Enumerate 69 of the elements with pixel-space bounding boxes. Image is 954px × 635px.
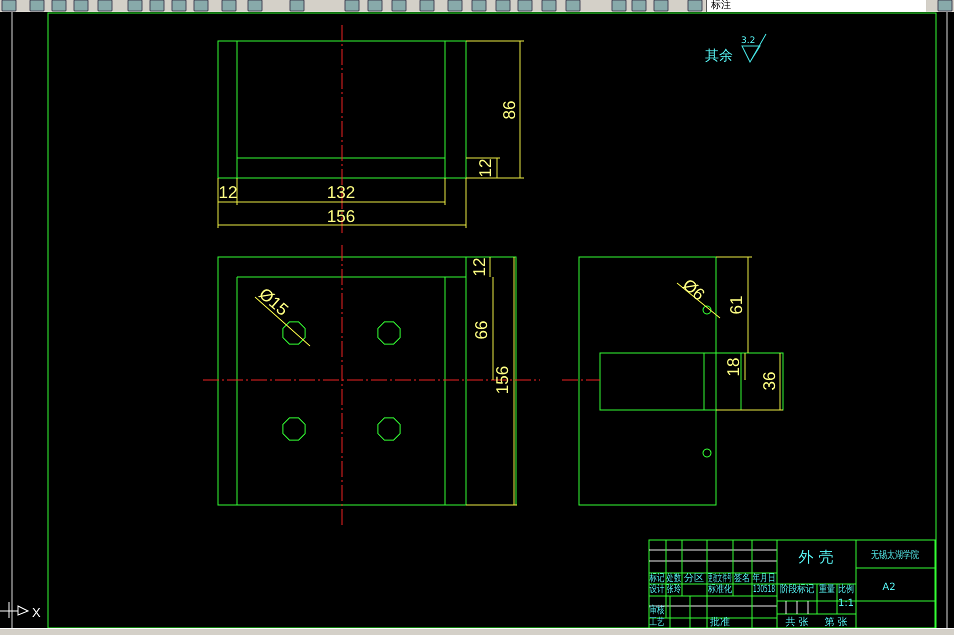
toolbar-icon[interactable] [938, 0, 952, 12]
title-block-label: 处数 [666, 572, 682, 584]
dimension-text: 36 [760, 372, 779, 390]
title-block-label: 张玲 [666, 584, 682, 596]
dimension-text: 66 [472, 320, 491, 340]
dimension-text: 12 [470, 258, 489, 276]
dimension-text: 18 [724, 358, 743, 376]
hole-circle [702, 306, 712, 314]
toolbar-icon[interactable] [496, 0, 510, 12]
dimension-text: 61 [727, 296, 746, 314]
toolbar-icon[interactable] [518, 0, 532, 12]
toolbar-icon[interactable] [420, 0, 434, 12]
dimension-text: 12 [476, 158, 495, 178]
dimension-text: 156 [493, 366, 512, 394]
toolbar-icon[interactable] [688, 0, 702, 12]
toolbar-icon[interactable] [542, 0, 556, 12]
title-block-label: 标记 [649, 573, 665, 584]
dimension-text: 156 [326, 207, 356, 226]
axis-label: X [32, 605, 41, 620]
title-block-label: 工艺 [649, 617, 665, 628]
school-name: 无锡太湖学院 [871, 550, 919, 562]
title-block-label: 重量 [819, 584, 835, 596]
title-block-label: 分区 [684, 573, 704, 584]
toolbar-icon[interactable] [368, 0, 382, 12]
toolbar-icon[interactable] [248, 0, 262, 12]
dimension-text: 12 [218, 183, 238, 202]
toolbar-icon[interactable] [612, 0, 626, 12]
title-block-label: 阶段标记 [780, 584, 814, 596]
toolbar-icon[interactable] [98, 0, 112, 12]
toolbar-icon[interactable] [52, 0, 66, 12]
title-block-label: 1:1 [838, 598, 854, 609]
hole-circle [702, 448, 712, 458]
roughness-symbol-icon [742, 34, 766, 62]
toolbar-icon[interactable] [632, 0, 646, 12]
dimension-text: Ø6 [678, 275, 708, 304]
title-block-label: 批准 [710, 617, 730, 628]
title-block-label: 签名 [734, 573, 750, 584]
toolbar-icon[interactable] [2, 0, 16, 12]
part-name: 外 壳 [798, 548, 834, 566]
toolbar-icon[interactable] [128, 0, 142, 12]
dimension-text: 86 [500, 100, 519, 120]
toolbar-icon[interactable] [222, 0, 236, 12]
toolbar-icon[interactable] [172, 0, 186, 12]
title-block-label: 共 张 [785, 617, 809, 628]
roughness-value: 3.2 [741, 36, 756, 46]
title-block-label: 审核 [649, 605, 665, 616]
dimension-text: Ø15 [255, 284, 292, 320]
title-block-label: 130518 [752, 582, 776, 594]
toolbar-icon[interactable] [150, 0, 164, 12]
toolbar-icon[interactable] [290, 0, 304, 12]
title-block-label: 标准化 [708, 584, 732, 596]
title-block-label: 第 张 [824, 617, 848, 628]
toolbar-icon[interactable] [30, 0, 44, 12]
toolbar-icon[interactable] [344, 0, 360, 12]
title-block-label: 比例 [838, 584, 854, 596]
roughness-note: 其余 [705, 48, 733, 64]
toolbar-icon[interactable] [448, 0, 462, 12]
toolbar-icon[interactable] [472, 0, 486, 12]
toolbar-icon[interactable] [392, 0, 406, 12]
title-block-label: 年月日 [752, 573, 776, 584]
toolbar-icon[interactable] [74, 0, 88, 12]
title-block-label: 更改文件号 [708, 572, 732, 584]
toolbar-icon[interactable] [194, 0, 208, 12]
toolbar-icon[interactable] [566, 0, 580, 12]
dimension-text: 132 [326, 183, 356, 202]
toolbar-icon[interactable] [654, 0, 668, 12]
ucs-axis-icon [0, 602, 30, 618]
sheet-size: A2 [882, 582, 896, 593]
title-block-label: 设计 [649, 584, 665, 596]
